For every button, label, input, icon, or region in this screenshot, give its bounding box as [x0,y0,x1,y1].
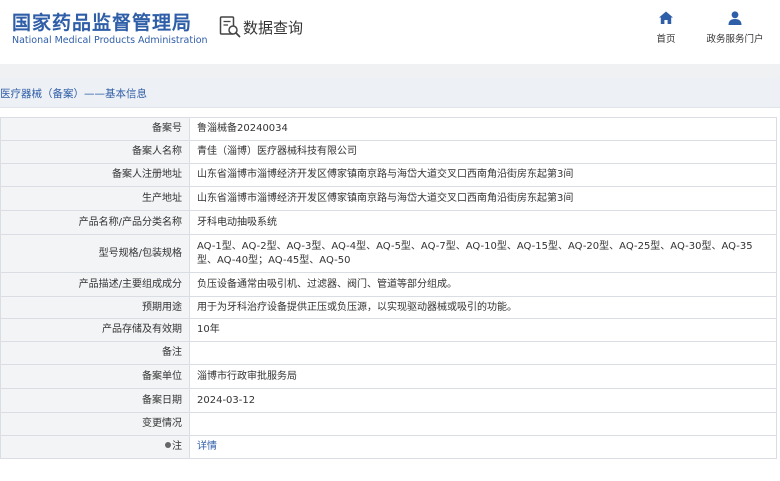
row-label: 产品存储及有效期 [0,318,190,342]
row-label: 预期用途 [0,296,190,319]
home-icon [659,11,673,24]
data-query-heading: 数据查询 [219,14,303,40]
row-value: 牙科电动抽吸系统 [189,210,777,235]
row-label: 产品描述/主要组成成分 [0,272,190,297]
table-row: 注 详情 [0,435,777,459]
user-icon [728,11,742,25]
site-header: 国家药品监督管理局 National Medical Products Admi… [0,0,780,64]
row-label: 备注 [0,341,190,365]
section-header: 医疗器械（备案）——基本信息 [0,78,780,108]
row-label: 备案日期 [0,388,190,413]
row-value: 详情 [189,435,777,459]
header-divider-band [0,64,780,78]
nav-service-portal-label: 政务服务门户 [706,34,764,45]
table-row: 备案号 鲁淄械备20240034 [0,117,777,141]
row-label: 备案号 [0,117,190,141]
table-row: 备案日期 2024-03-12 [0,388,777,413]
section-title: 医疗器械（备案）——基本信息 [0,88,147,100]
table-row: 变更情况 [0,412,777,436]
table-row: 备注 [0,341,777,365]
note-label: 注 [172,441,182,452]
row-value: 淄博市行政审批服务局 [189,364,777,389]
row-value: 青佳（淄博）医疗器械科技有限公司 [189,140,777,164]
note-bullet-icon [165,442,171,448]
table-row: 备案人注册地址 山东省淄博市淄博经济开发区傅家镇南京路与海岱大道交叉口西南角沿街… [0,163,777,187]
table-row: 生产地址 山东省淄博市淄博经济开发区傅家镇南京路与海岱大道交叉口西南角沿街房东起… [0,186,777,211]
document-search-icon [219,16,241,38]
nav-service-portal[interactable]: 政务服务门户 [700,10,770,45]
row-value: 负压设备通常由吸引机、过滤器、阀门、管道等部分组成。 [189,272,777,297]
row-label: 生产地址 [0,186,190,211]
row-value: 山东省淄博市淄博经济开发区傅家镇南京路与海岱大道交叉口西南角沿街房东起第3间 [189,186,777,211]
table-row: 预期用途 用于为牙科治疗设备提供正压或负压源，以实现驱动器械或吸引的功能。 [0,296,777,319]
row-label: 产品名称/产品分类名称 [0,210,190,235]
row-label: 备案人名称 [0,140,190,164]
table-row: 型号规格/包装规格 AQ-1型、AQ-2型、AQ-3型、AQ-4型、AQ-5型、… [0,234,777,273]
basic-info-table: 备案号 鲁淄械备20240034 备案人名称 青佳（淄博）医疗器械科技有限公司 … [0,117,777,459]
row-label: 型号规格/包装规格 [0,234,190,273]
table-row: 产品描述/主要组成成分 负压设备通常由吸引机、过滤器、阀门、管道等部分组成。 [0,272,777,297]
data-query-title: 数据查询 [243,18,304,37]
row-value: 鲁淄械备20240034 [189,117,777,141]
table-row: 备案单位 淄博市行政审批服务局 [0,364,777,389]
row-value: 10年 [189,318,777,342]
nav-home[interactable]: 首页 [651,10,681,45]
row-value: AQ-1型、AQ-2型、AQ-3型、AQ-4型、AQ-5型、AQ-7型、AQ-1… [189,234,777,273]
table-row: 备案人名称 青佳（淄博）医疗器械科技有限公司 [0,140,777,164]
table-row: 产品名称/产品分类名称 牙科电动抽吸系统 [0,210,777,235]
logo-title-cn[interactable]: 国家药品监督管理局 [12,8,192,35]
row-label: 备案人注册地址 [0,163,190,187]
details-link[interactable]: 详情 [197,441,217,452]
row-value [189,341,777,365]
row-label: 备案单位 [0,364,190,389]
table-row: 产品存储及有效期 10年 [0,318,777,342]
row-value: 用于为牙科治疗设备提供正压或负压源，以实现驱动器械或吸引的功能。 [189,296,777,319]
row-label: 注 [0,435,190,459]
nav-home-label: 首页 [656,34,676,45]
row-value: 2024-03-12 [189,388,777,413]
row-label: 变更情况 [0,412,190,436]
row-value: 山东省淄博市淄博经济开发区傅家镇南京路与海岱大道交叉口西南角沿街房东起第3间 [189,163,777,187]
logo-title-en[interactable]: National Medical Products Administration [12,35,208,46]
row-value [189,412,777,436]
